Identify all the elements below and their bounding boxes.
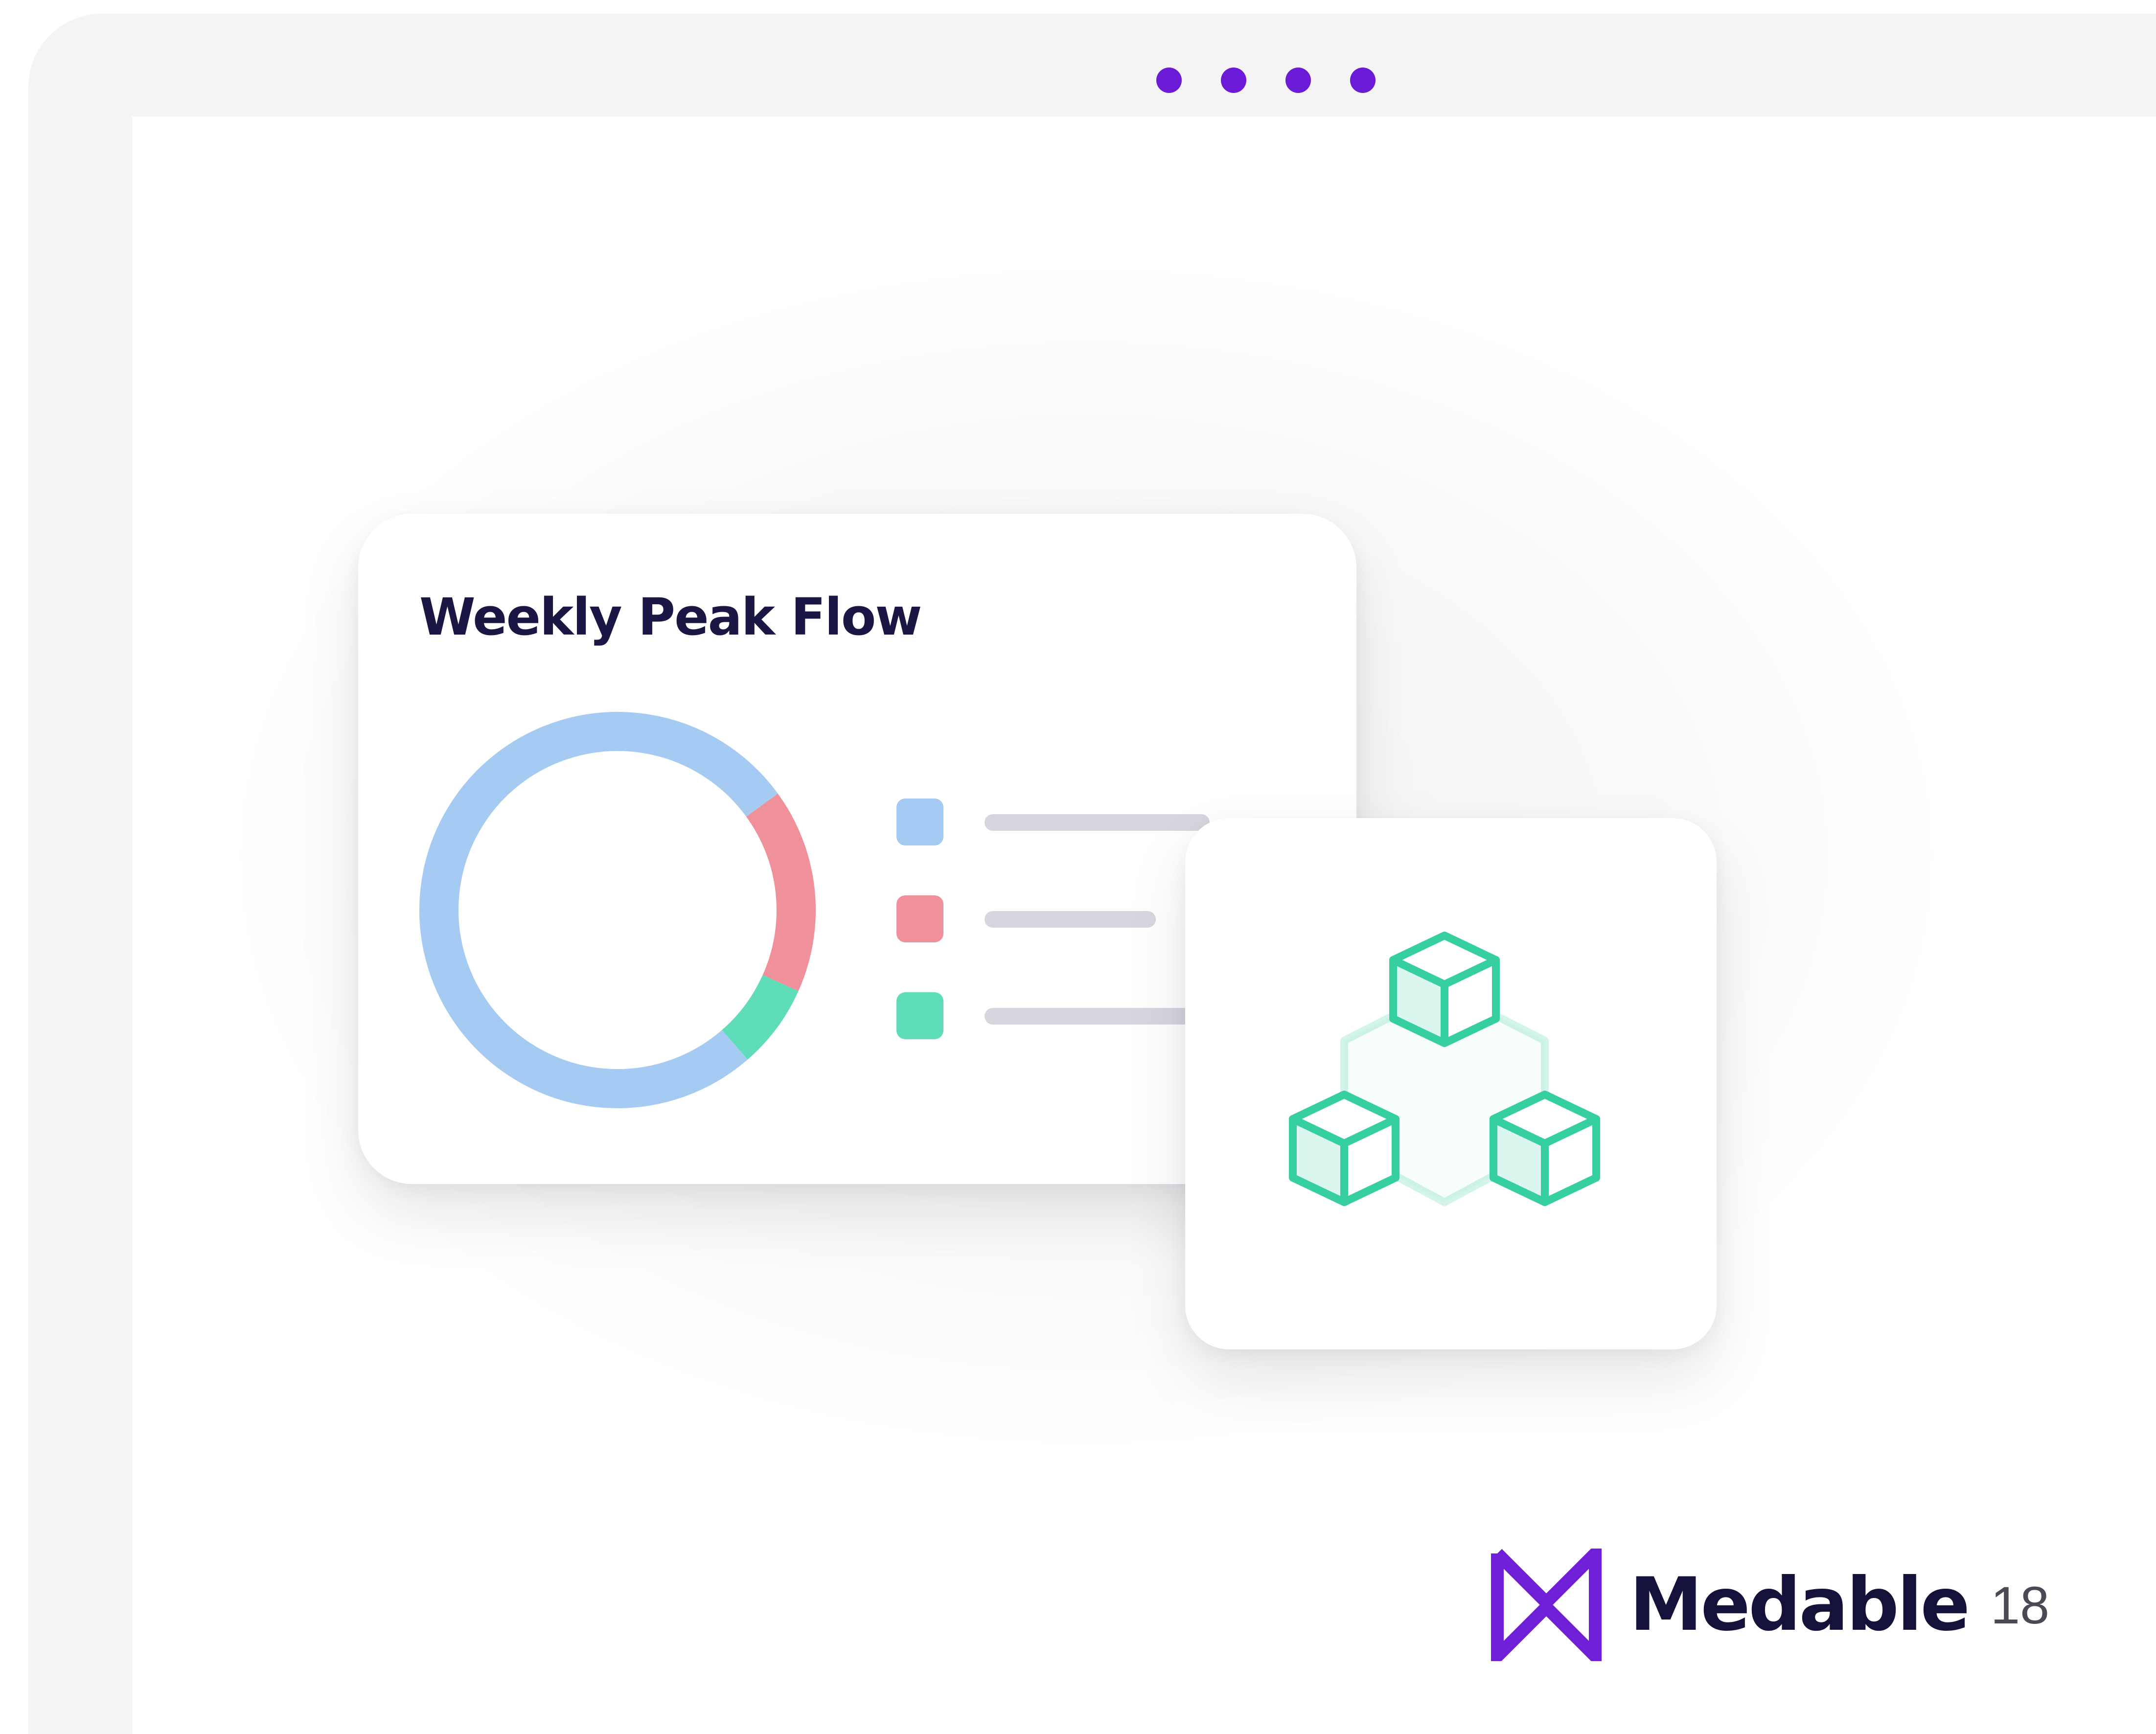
cube-icon bbox=[1389, 932, 1500, 1047]
donut-slice bbox=[721, 975, 799, 1060]
window-dot bbox=[1156, 68, 1182, 93]
legend-swatch bbox=[896, 799, 943, 845]
cube-icon bbox=[1289, 1091, 1399, 1206]
window-dot bbox=[1350, 68, 1376, 93]
legend-swatch bbox=[896, 992, 943, 1039]
legend-label-placeholder bbox=[985, 1008, 1210, 1025]
window-dots bbox=[1156, 68, 1376, 93]
cube-icon bbox=[1490, 1091, 1600, 1206]
donut-slice bbox=[746, 793, 816, 991]
page-number: 18 bbox=[1991, 1575, 2050, 1635]
medable-logo bbox=[1491, 1549, 1602, 1661]
legend-swatch bbox=[896, 895, 943, 942]
window-dot bbox=[1285, 68, 1311, 93]
legend-label-placeholder bbox=[985, 814, 1210, 831]
chart-title: Weekly Peak Flow bbox=[419, 587, 922, 647]
blocks-card bbox=[1185, 818, 1717, 1349]
blocks-network-icon bbox=[1289, 932, 1600, 1206]
slide: Weekly Peak Flow Medable 18 bbox=[0, 0, 2156, 1734]
donut-chart bbox=[419, 712, 816, 1108]
brand-name: Medable bbox=[1629, 1562, 1970, 1647]
donut-slice bbox=[419, 712, 778, 1108]
legend-label-placeholder bbox=[985, 911, 1156, 928]
brand: Medable bbox=[1488, 1546, 1970, 1664]
window-dot bbox=[1221, 68, 1246, 93]
